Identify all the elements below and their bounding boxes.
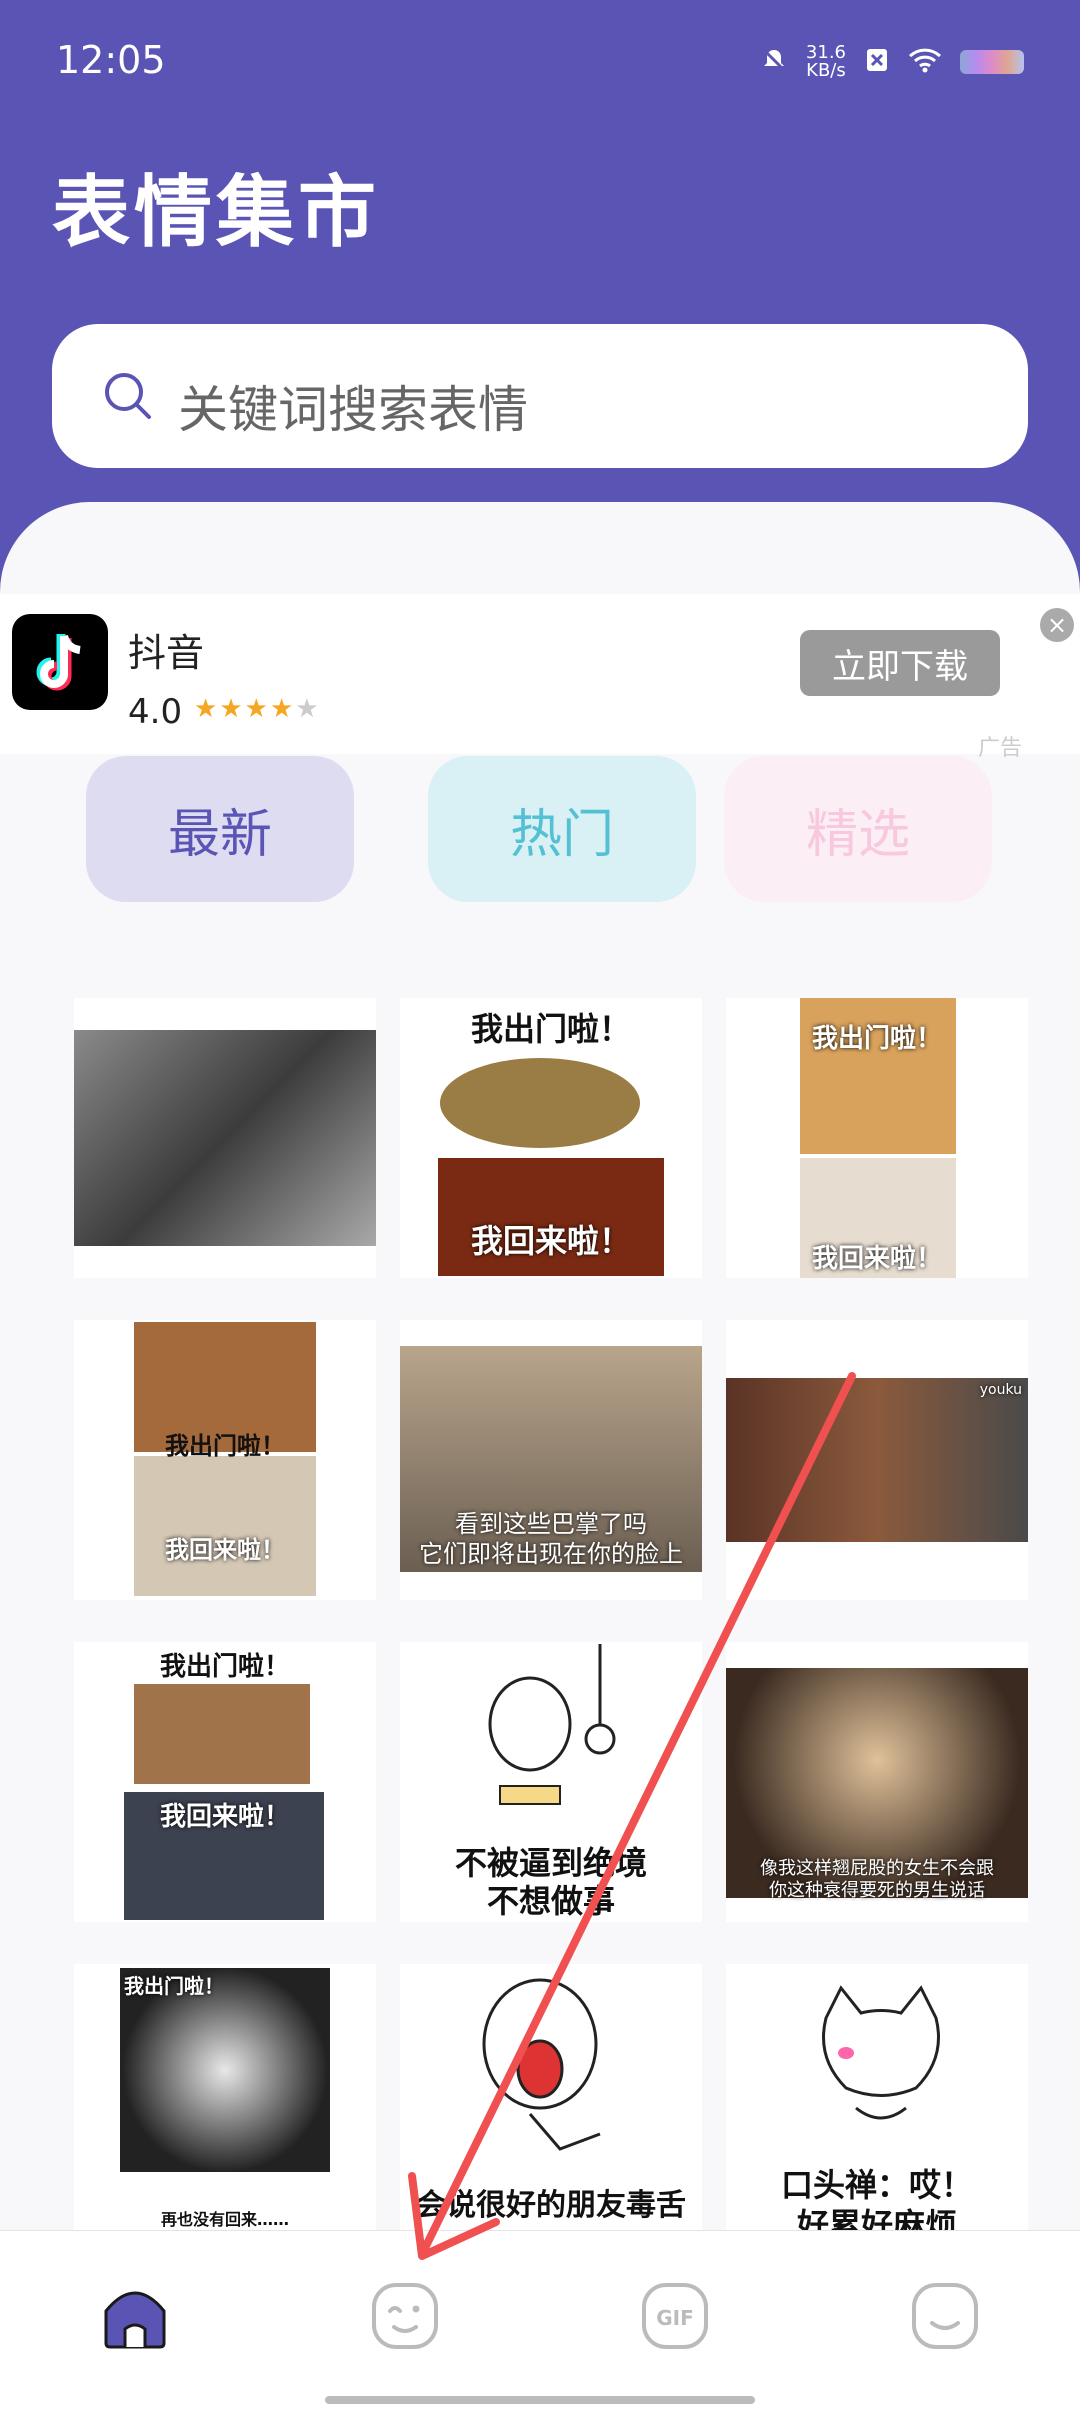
emoji-wink-icon[interactable] <box>370 2281 440 2351</box>
status-icons: 31.6 KB/s <box>760 44 1024 80</box>
sticker-image <box>134 1684 310 1784</box>
star-icon: ★ <box>244 694 270 724</box>
wifi-icon <box>908 47 942 77</box>
sticker-image <box>440 1058 640 1148</box>
home-icon[interactable] <box>100 2281 170 2351</box>
sticker-caption: 会说很好的朋友毒舌 <box>416 2188 686 2223</box>
sticker-caption: 我回来啦！ <box>165 1536 285 1564</box>
star-icon: ★ <box>219 694 245 724</box>
sticker-item[interactable]: 我出门啦！ 我回来啦！ <box>74 1642 376 1922</box>
sticker-item[interactable]: 看到这些巴掌了吗 它们即将出现在你的脸上 <box>400 1320 702 1600</box>
category-tabs: 最新 热门 精选 <box>0 756 1080 902</box>
ad-rating: 4.0 <box>128 692 183 732</box>
sticker-caption: 我出门啦！ <box>124 1974 224 1998</box>
ad-app-name: 抖音 <box>128 631 205 675</box>
sticker-item[interactable]: 会说很好的朋友毒舌 <box>400 1964 702 2244</box>
gif-label: GIF <box>656 2306 694 2330</box>
sticker-image <box>726 1378 1028 1542</box>
download-button[interactable]: 立即下载 <box>800 630 1000 696</box>
sticker-item[interactable] <box>74 998 376 1278</box>
star-icon: ★ <box>194 694 220 724</box>
sticker-item[interactable]: 我出门啦！ 我回来啦！ <box>400 998 702 1278</box>
sticker-item[interactable]: 口头禅：哎！ 好累好麻烦 <box>726 1964 1028 2244</box>
page-title: 表情集市 <box>52 168 381 258</box>
tab-hot[interactable]: 热门 <box>428 756 696 902</box>
smile-icon[interactable] <box>910 2281 980 2351</box>
search-placeholder: 关键词搜索表情 <box>178 381 528 439</box>
sticker-item[interactable]: 不被逼到绝境 不想做事 <box>400 1642 702 1922</box>
sticker-caption: 我回来啦！ <box>811 1244 942 1274</box>
sticker-image <box>482 1978 601 2151</box>
sticker-caption: 它们即将出现在你的脸上 <box>419 1540 683 1568</box>
sticker-item[interactable]: 我出门啦！ 我回来啦！ <box>726 998 1028 1278</box>
sticker-caption: 我出门啦！ <box>470 1010 631 1048</box>
star-icon: ★ <box>269 694 296 724</box>
bottom-nav: GIF <box>0 2230 1080 2409</box>
close-icon[interactable]: × <box>1040 608 1074 642</box>
sticker-caption: 我出门啦！ <box>811 1024 942 1054</box>
search-input[interactable]: 关键词搜索表情 <box>52 324 1028 468</box>
gif-icon[interactable]: GIF <box>640 2281 710 2351</box>
sticker-item[interactable]: 我出门啦！ 再也没有回来…… <box>74 1964 376 2244</box>
sticker-caption: 不想做事 <box>486 1882 615 1920</box>
home-indicator <box>325 2396 755 2404</box>
net-speed-unit: KB/s <box>806 60 846 81</box>
tab-latest[interactable]: 最新 <box>86 756 354 902</box>
sticker-item[interactable]: 我出门啦！ 我回来啦！ <box>74 1320 376 1600</box>
search-icon <box>102 370 154 422</box>
sticker-caption: 我出门啦！ <box>159 1652 290 1682</box>
sticker-caption: 我回来啦！ <box>159 1802 290 1832</box>
sticker-caption: 我回来啦！ <box>470 1222 631 1260</box>
sticker-caption: 你这种衰得要死的男生说话 <box>769 1880 985 1901</box>
battery-icon <box>960 50 1024 74</box>
sim-icon <box>864 47 890 77</box>
net-speed: 31.6 KB/s <box>806 44 846 80</box>
sticker-caption: 我出门啦！ <box>165 1432 285 1460</box>
status-time: 12:05 <box>56 38 166 82</box>
tab-featured[interactable]: 精选 <box>724 756 992 902</box>
status-bar: 12:05 31.6 KB/s <box>0 0 1080 110</box>
sticker-watermark: youku <box>979 1382 1022 1398</box>
sticker-image <box>74 1030 376 1246</box>
sticker-item[interactable]: youku <box>726 1320 1028 1600</box>
mute-icon <box>760 46 788 78</box>
sticker-image <box>822 1985 940 2120</box>
ad-banner[interactable]: 抖音 4.0 ★★★★★ 立即下载 × 广告 <box>0 594 1080 761</box>
tiktok-logo-icon <box>12 614 108 710</box>
sticker-item[interactable]: 像我这样翘屁股的女生不会跟 你这种衰得要死的男生说话 <box>726 1642 1028 1922</box>
sticker-image <box>488 1644 616 1805</box>
sticker-image <box>134 1456 316 1596</box>
star-rating: ★★★★★ <box>194 694 321 724</box>
sticker-caption: 再也没有回来…… <box>160 2210 289 2229</box>
star-icon: ★ <box>295 694 321 724</box>
